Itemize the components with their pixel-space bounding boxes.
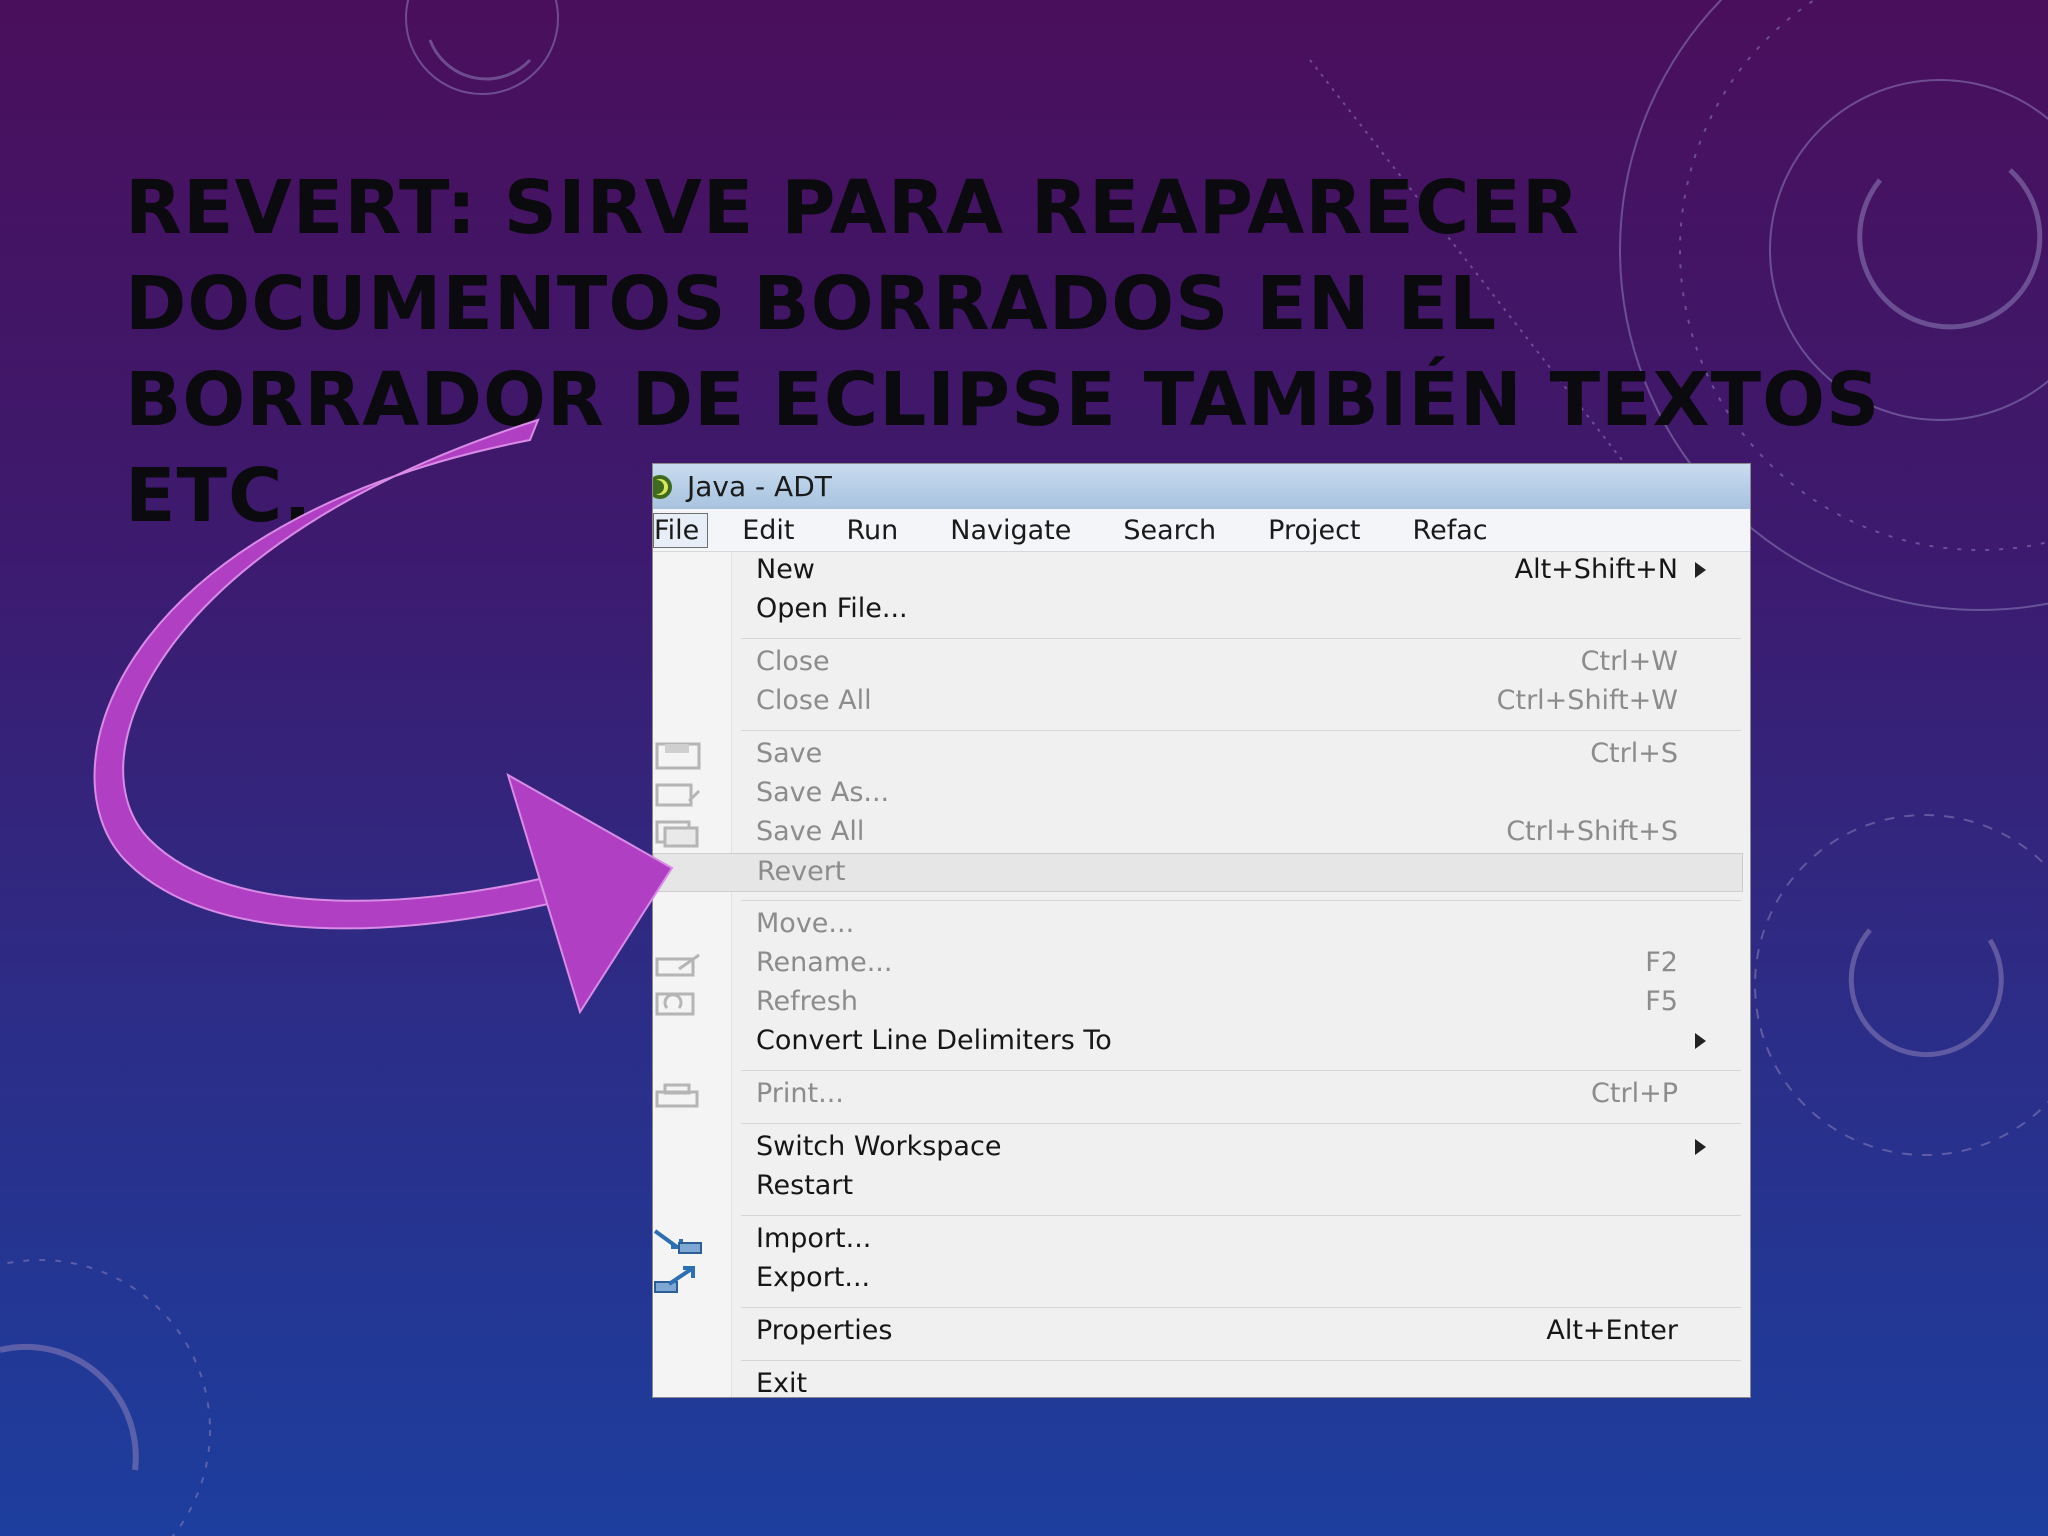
- menu-item-shortcut: F2: [1645, 947, 1678, 978]
- menu-item-revert[interactable]: Revert: [653, 853, 1743, 892]
- menu-edit[interactable]: Edit: [716, 513, 820, 548]
- menu-item-shortcut: Ctrl+Shift+W: [1496, 685, 1678, 716]
- window-title: Java - ADT: [687, 470, 832, 503]
- menu-item-properties[interactable]: Properties Alt+Enter: [653, 1313, 1750, 1352]
- eclipse-icon: [653, 474, 672, 499]
- menu-item-switch-workspace[interactable]: Switch Workspace: [653, 1129, 1750, 1168]
- menu-item-exit[interactable]: Exit: [653, 1366, 1750, 1397]
- file-menu-dropdown: New Alt+Shift+N Open File... Close Ctrl+…: [653, 552, 1750, 1397]
- menu-separator: [741, 1307, 1741, 1308]
- window-titlebar: Java - ADT: [653, 464, 1750, 509]
- menu-item-label: Convert Line Delimiters To: [756, 1025, 1112, 1056]
- submenu-arrow-icon: [1695, 1033, 1706, 1049]
- menu-item-label: Properties: [756, 1315, 893, 1346]
- menu-item-refresh[interactable]: Refresh F5: [653, 984, 1750, 1023]
- menu-separator: [741, 1215, 1741, 1216]
- menu-separator: [741, 730, 1741, 731]
- menu-item-label: Save: [756, 738, 823, 769]
- menu-navigate[interactable]: Navigate: [924, 513, 1097, 548]
- save-icon: [655, 742, 701, 770]
- menu-item-open-file[interactable]: Open File...: [653, 591, 1750, 630]
- menu-item-label: Import...: [756, 1223, 872, 1254]
- save-as-icon: [655, 783, 701, 807]
- menu-separator: [741, 900, 1741, 901]
- menu-item-label: Move...: [756, 908, 855, 939]
- rename-icon: [655, 953, 700, 977]
- menu-project[interactable]: Project: [1242, 513, 1386, 548]
- menu-separator: [741, 1123, 1741, 1124]
- menu-item-shortcut: Ctrl+Shift+S: [1506, 816, 1678, 847]
- menu-item-shortcut: Alt+Enter: [1546, 1315, 1678, 1346]
- menu-run[interactable]: Run: [820, 513, 924, 548]
- menu-item-label: Exit: [756, 1368, 808, 1397]
- menu-item-label: Open File...: [756, 593, 908, 624]
- refresh-icon: [655, 992, 695, 1016]
- save-all-icon: [655, 820, 699, 848]
- menu-item-new[interactable]: New Alt+Shift+N: [653, 552, 1750, 591]
- menu-item-shortcut: Ctrl+P: [1591, 1078, 1678, 1109]
- menu-item-save-all[interactable]: Save All Ctrl+Shift+S: [653, 814, 1750, 853]
- submenu-arrow-icon: [1695, 562, 1706, 578]
- menu-separator: [741, 1360, 1741, 1361]
- menu-item-move[interactable]: Move...: [653, 906, 1750, 945]
- menu-item-label: Close All: [756, 685, 872, 716]
- menu-item-shortcut: Alt+Shift+N: [1514, 554, 1678, 585]
- print-icon: [655, 1083, 699, 1108]
- menu-item-label: Restart: [756, 1170, 854, 1201]
- menu-item-shortcut: Ctrl+W: [1580, 646, 1678, 677]
- import-icon: [653, 1229, 702, 1254]
- menu-refactor[interactable]: Refac: [1387, 513, 1514, 548]
- menu-item-save-as[interactable]: Save As...: [653, 775, 1750, 814]
- menu-item-label: Close: [756, 646, 830, 677]
- menu-item-convert-line-delimiters[interactable]: Convert Line Delimiters To: [653, 1023, 1750, 1062]
- menu-item-label: Save All: [756, 816, 865, 847]
- menu-item-shortcut: Ctrl+S: [1590, 738, 1678, 769]
- eclipse-window: Java - ADT File Edit Run Navigate Search…: [653, 464, 1750, 1397]
- menu-item-label: Rename...: [756, 947, 893, 978]
- menu-search[interactable]: Search: [1097, 513, 1242, 548]
- menu-item-label: Print...: [756, 1078, 844, 1109]
- menu-item-save[interactable]: Save Ctrl+S: [653, 736, 1750, 775]
- menu-item-label: Revert: [757, 856, 846, 887]
- menu-item-export[interactable]: Export...: [653, 1260, 1750, 1299]
- menu-item-label: Save As...: [756, 777, 890, 808]
- menu-item-print[interactable]: Print... Ctrl+P: [653, 1076, 1750, 1115]
- menu-item-close-all[interactable]: Close All Ctrl+Shift+W: [653, 683, 1750, 722]
- menu-separator: [741, 638, 1741, 639]
- menu-item-label: Export...: [756, 1262, 871, 1293]
- menu-item-restart[interactable]: Restart: [653, 1168, 1750, 1207]
- submenu-arrow-icon: [1695, 1139, 1706, 1155]
- menu-item-label: New: [756, 554, 815, 585]
- menu-bar: File Edit Run Navigate Search Project Re…: [653, 509, 1750, 552]
- menu-item-label: Refresh: [756, 986, 858, 1017]
- menu-item-import[interactable]: Import...: [653, 1221, 1750, 1260]
- menu-item-close[interactable]: Close Ctrl+W: [653, 644, 1750, 683]
- menu-item-shortcut: F5: [1645, 986, 1678, 1017]
- menu-item-label: Switch Workspace: [756, 1131, 1002, 1162]
- export-icon: [654, 1266, 695, 1293]
- menu-item-rename[interactable]: Rename... F2: [653, 945, 1750, 984]
- menu-file[interactable]: File: [653, 512, 709, 548]
- menu-separator: [741, 1070, 1741, 1071]
